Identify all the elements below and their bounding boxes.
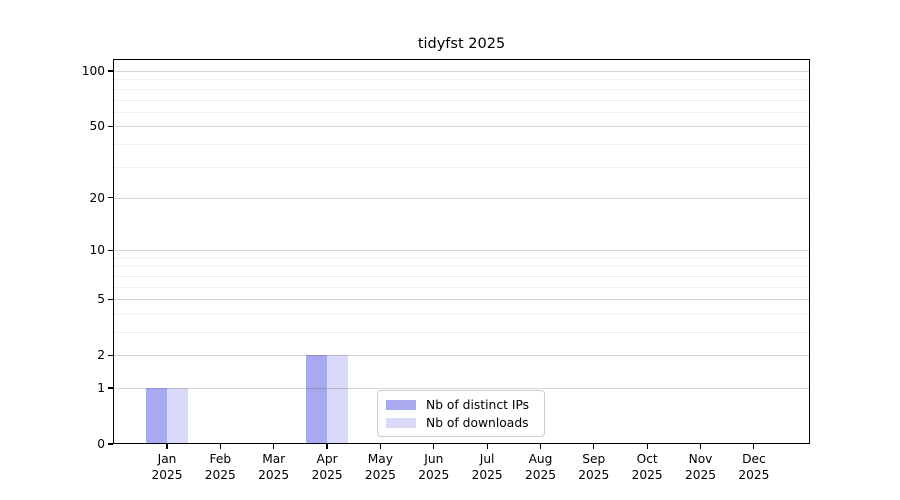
y-tick: [108, 387, 113, 388]
x-tick: [433, 444, 434, 449]
y-tick-label: 5: [55, 292, 105, 306]
y-tick: [108, 355, 113, 356]
x-tick: [647, 444, 648, 449]
gridline-minor: [113, 112, 810, 113]
y-tick: [108, 299, 113, 300]
bar-downloads: [327, 355, 348, 444]
x-tick: [166, 444, 167, 449]
legend-item: Nb of distinct IPs: [386, 398, 536, 412]
gridline-major: [113, 355, 810, 356]
gridline-minor: [113, 314, 810, 315]
y-tick: [108, 443, 113, 444]
gridline-minor: [113, 89, 810, 90]
legend-swatch: [386, 418, 416, 428]
gridline-minor: [113, 332, 810, 333]
y-tick-label: 10: [55, 243, 105, 257]
gridline-minor: [113, 79, 810, 80]
gridline-minor: [113, 167, 810, 168]
y-tick: [108, 197, 113, 198]
bar-distinct-ips: [146, 388, 167, 444]
gridline-major: [113, 299, 810, 300]
x-tick: [487, 444, 488, 449]
gridline-major: [113, 198, 810, 199]
gridline-minor: [113, 258, 810, 259]
y-tick-label: 1: [55, 381, 105, 395]
y-tick: [108, 250, 113, 251]
bar-downloads: [167, 388, 188, 444]
x-tick: [273, 444, 274, 449]
legend-label: Nb of downloads: [426, 416, 529, 430]
gridline-minor: [113, 266, 810, 267]
x-tick: [593, 444, 594, 449]
y-tick-label: 2: [55, 348, 105, 362]
gridline-major: [113, 250, 810, 251]
legend-label: Nb of distinct IPs: [426, 398, 529, 412]
legend-swatch: [386, 400, 416, 410]
legend: Nb of distinct IPs Nb of downloads: [377, 390, 545, 437]
x-tick: [220, 444, 221, 449]
y-tick-label: 0: [55, 437, 105, 451]
legend-item: Nb of downloads: [386, 416, 536, 430]
gridline-major: [113, 126, 810, 127]
gridline-minor: [113, 276, 810, 277]
y-tick-label: 20: [55, 191, 105, 205]
bar-distinct-ips: [306, 355, 327, 444]
gridline-minor: [113, 287, 810, 288]
x-tick-label: Dec 2025: [722, 452, 786, 483]
x-tick: [540, 444, 541, 449]
gridline-minor: [113, 100, 810, 101]
gridline-minor: [113, 144, 810, 145]
x-tick: [700, 444, 701, 449]
y-tick-label: 50: [55, 119, 105, 133]
y-tick: [108, 70, 113, 71]
y-tick: [108, 126, 113, 127]
y-tick-label: 100: [55, 64, 105, 78]
x-tick: [380, 444, 381, 449]
x-tick: [326, 444, 327, 449]
figure: tidyfst 2025 0125102050100Jan 2025Feb 20…: [0, 0, 900, 500]
gridline-major: [113, 388, 810, 389]
x-tick: [753, 444, 754, 449]
gridline-major: [113, 71, 810, 72]
